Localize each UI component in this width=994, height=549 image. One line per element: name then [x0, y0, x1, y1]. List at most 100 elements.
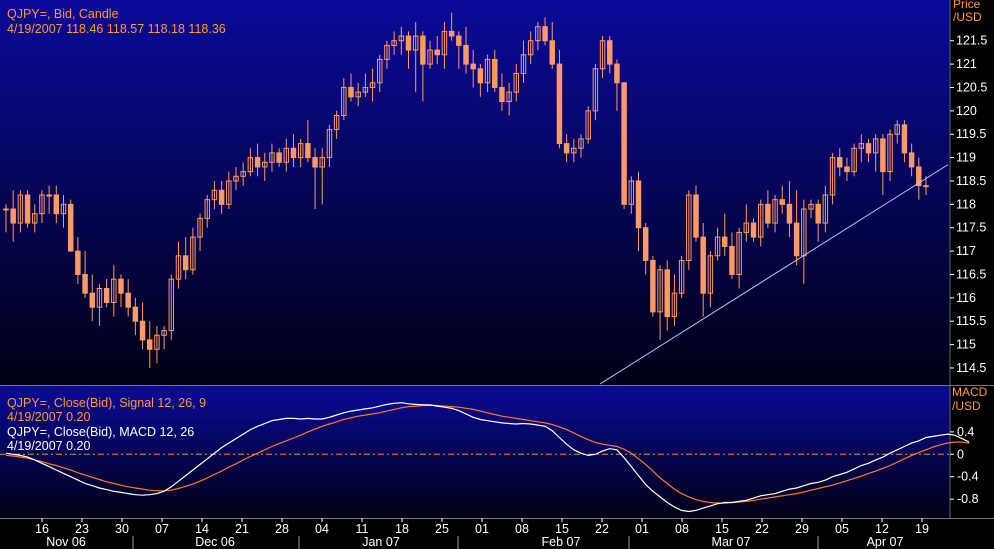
- candle-body: [621, 82, 627, 205]
- day-tick-label: 18: [395, 522, 409, 536]
- macd-info-line-4: 4/19/2007 0.20: [7, 439, 90, 453]
- candle-body: [463, 44, 469, 65]
- candle-body: [132, 306, 139, 322]
- candle-body: [477, 68, 484, 84]
- price-tick-label: 119.5: [956, 127, 986, 141]
- day-tick-label: 08: [675, 522, 689, 536]
- candle-body: [103, 288, 110, 304]
- day-tick-label: 14: [195, 522, 209, 536]
- candle-body: [499, 86, 505, 102]
- candle-body: [786, 203, 793, 224]
- price-tick-label: 117.5: [956, 221, 986, 235]
- macd-axis-unit: /USD: [952, 399, 981, 413]
- day-tick-label: 16: [35, 522, 49, 536]
- macd-tick-label: -0.4: [957, 470, 979, 484]
- macd-info-line-3: QJPY=, Close(Bid), MACD 12, 26: [7, 425, 194, 439]
- macd-tick-label: 0: [957, 447, 964, 461]
- day-tick-label: 29: [795, 522, 809, 536]
- price-tick-label: 115.5: [956, 314, 986, 328]
- day-tick-label: 11: [356, 522, 369, 536]
- candle-body: [434, 49, 440, 56]
- price-tick-label: 121.5: [956, 34, 987, 48]
- candle-body: [118, 278, 124, 294]
- price-tick-label: 115: [956, 338, 976, 352]
- candle-body: [614, 63, 620, 84]
- candle-body: [880, 138, 886, 173]
- month-label: Feb 07: [542, 535, 581, 549]
- candle-body: [923, 185, 929, 188]
- candle-body: [75, 250, 81, 275]
- candle-body: [182, 255, 189, 271]
- candle-body: [10, 208, 16, 224]
- candle-body: [765, 203, 771, 224]
- candle-body: [254, 157, 261, 168]
- day-tick-label: 08: [515, 522, 529, 536]
- candle-body: [456, 35, 462, 46]
- price-info-line-1: QJPY=, Bid, Candle: [7, 7, 119, 21]
- candle-body: [642, 227, 649, 261]
- candle-body: [276, 152, 282, 163]
- candle-body: [492, 58, 498, 88]
- price-tick-label: 117: [956, 244, 976, 258]
- candle-body: [348, 86, 354, 98]
- candle-body: [837, 157, 843, 168]
- price-tick-label: 116.5: [956, 267, 986, 281]
- price-tick-label: 116: [956, 291, 976, 305]
- price-tick-label: 118.5: [956, 174, 986, 188]
- candle-body: [607, 40, 613, 65]
- candle-body: [470, 63, 476, 70]
- candle-body: [305, 143, 311, 159]
- candle-body: [420, 35, 426, 65]
- price-tick-label: 114.5: [956, 361, 986, 375]
- candle-body: [46, 194, 52, 197]
- candle-body: [82, 273, 88, 294]
- candle-body: [218, 189, 225, 205]
- chart-svg: 114.5 115 115.5 116 116.5 117 117.5 118 118.5 119…: [0, 0, 994, 549]
- price-tick-label: 121: [956, 57, 977, 71]
- day-tick-label: 19: [915, 522, 929, 536]
- chart-window: 114.5 115 115.5 116 116.5 117 117.5 118 118.5 119…: [0, 0, 994, 549]
- price-info-line-2: 4/19/2007 118.46 118.57 118.18 118.36: [7, 22, 226, 36]
- macd-info-line-1: QJPY=, Close(Bid), Signal 12, 26, 9: [7, 396, 206, 410]
- price-tick-label: 120.5: [956, 80, 987, 94]
- month-label: Apr 07: [867, 535, 904, 549]
- candle-body: [125, 292, 131, 308]
- candle-body: [53, 194, 60, 215]
- candle-body: [908, 152, 915, 168]
- candle-body: [556, 63, 563, 145]
- price-axis-unit: /USD: [953, 10, 982, 24]
- price-tick-label: 119: [956, 151, 976, 165]
- macd-tick-label: 0.4: [957, 425, 974, 439]
- candle-body: [542, 26, 548, 42]
- day-tick-label: 01: [635, 522, 649, 536]
- day-tick-label: 30: [115, 522, 129, 536]
- candle-body: [563, 143, 570, 154]
- day-tick-label: 15: [555, 522, 569, 536]
- day-tick-label: 22: [595, 522, 609, 536]
- day-tick-label: 12: [875, 522, 889, 536]
- candle-body: [793, 222, 800, 257]
- candle-body: [815, 203, 821, 224]
- day-tick-label: 01: [475, 522, 489, 536]
- candle-body: [147, 339, 153, 350]
- day-tick-label: 28: [275, 522, 289, 536]
- candle-body: [3, 208, 9, 211]
- candle-body: [700, 236, 706, 294]
- candle-body: [139, 320, 146, 341]
- candle-body: [779, 199, 785, 205]
- candle-body: [750, 222, 757, 238]
- day-tick-label: 04: [315, 522, 329, 536]
- candle-body: [729, 245, 735, 275]
- day-tick-label: 25: [435, 522, 449, 536]
- candle-body: [448, 30, 455, 37]
- month-label: Nov 06: [46, 535, 86, 549]
- month-label: Jan 07: [362, 535, 400, 549]
- macd-tick-label: -0.8: [957, 492, 979, 506]
- day-tick-label: 07: [155, 522, 169, 536]
- candle-body: [693, 194, 699, 238]
- day-tick-label: 23: [75, 522, 89, 536]
- candle-body: [865, 143, 872, 154]
- candle-body: [549, 40, 555, 65]
- candle-body: [844, 166, 850, 173]
- candle-body: [722, 236, 728, 247]
